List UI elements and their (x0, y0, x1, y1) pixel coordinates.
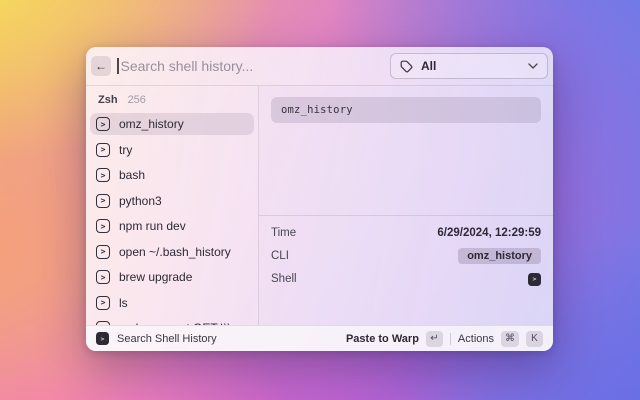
terminal-prompt-icon: > (96, 168, 110, 182)
top-bar: ← All (86, 47, 553, 85)
return-key-icon: ↵ (426, 331, 443, 347)
time-value: 6/29/2024, 12:29:59 (437, 227, 541, 239)
history-item[interactable]: > try (90, 139, 254, 161)
history-item-label: open ~/.bash_history (119, 245, 231, 259)
paste-to-warp-action[interactable]: Paste to Warp (346, 333, 419, 345)
detail-row-time: Time 6/29/2024, 12:29:59 (271, 225, 541, 241)
terminal-prompt-icon: > (96, 270, 110, 284)
detail-row-cli: CLI omz_history (271, 248, 541, 264)
history-item[interactable]: > npm run dev (90, 215, 254, 237)
tag-icon (400, 60, 413, 73)
time-label: Time (271, 227, 296, 239)
footer-divider (450, 333, 451, 345)
preview-pane: omz_history (259, 86, 553, 215)
shell-section-label: Zsh (98, 94, 118, 106)
main-area: Zsh 256 > omz_history > try > bash > (86, 86, 553, 325)
history-item[interactable]: > omz_history (90, 113, 254, 135)
history-item[interactable]: > python3 (90, 190, 254, 212)
shell-section-header: Zsh 256 (86, 86, 258, 113)
filter-dropdown[interactable]: All (390, 53, 548, 79)
shell-label: Shell (271, 273, 297, 285)
desktop-background: { "icons": { "back": "←", "prompt": ">" … (0, 0, 640, 400)
back-arrow-icon: ← (95, 59, 107, 73)
k-key-icon: K (526, 331, 543, 347)
filter-selected-value: All (421, 59, 520, 73)
cli-value-badge: omz_history (458, 248, 541, 264)
history-item-label: try (119, 143, 132, 157)
footer-actions: Paste to Warp ↵ Actions ⌘ K (346, 331, 543, 347)
shell-section-count: 256 (128, 94, 146, 106)
history-item[interactable]: > bash (90, 164, 254, 186)
actions-menu-button[interactable]: Actions (458, 333, 494, 345)
history-list: > omz_history > try > bash > python3 > (86, 113, 258, 325)
history-item[interactable]: > open ~/.bash_history (90, 241, 254, 263)
footer-app-label: Search Shell History (117, 333, 338, 345)
detail-pane: omz_history Time 6/29/2024, 12:29:59 CLI… (259, 86, 553, 325)
history-item-label: brew upgrade (119, 270, 192, 284)
chevron-down-icon (528, 63, 538, 69)
shell-zsh-icon: > (528, 273, 541, 286)
details-section: Time 6/29/2024, 12:29:59 CLI omz_history… (259, 216, 553, 325)
history-item-label: python3 (119, 194, 162, 208)
history-item-label: ls (119, 296, 128, 310)
terminal-prompt-icon: > (96, 143, 110, 157)
back-button[interactable]: ← (91, 56, 111, 76)
terminal-prompt-icon: > (96, 194, 110, 208)
history-item-label: bash (119, 168, 145, 182)
cli-label: CLI (271, 250, 289, 262)
detail-row-shell: Shell > (271, 271, 541, 287)
search-input[interactable] (119, 58, 391, 74)
terminal-prompt-icon: > (96, 245, 110, 259)
history-item[interactable]: > curl --request GET \\\ --url 'htt (90, 317, 254, 325)
terminal-prompt-icon: > (96, 117, 110, 131)
cmd-key-icon: ⌘ (501, 331, 519, 347)
history-item-label: npm run dev (119, 219, 186, 233)
history-item[interactable]: > ls (90, 292, 254, 314)
terminal-prompt-icon: > (96, 219, 110, 233)
warp-app-icon: > (96, 332, 109, 345)
terminal-prompt-icon: > (96, 296, 110, 310)
search-shell-history-window: ← All Zsh 256 (86, 47, 553, 351)
history-item-label: omz_history (119, 117, 184, 131)
footer-bar: > Search Shell History Paste to Warp ↵ A… (86, 325, 553, 351)
history-sidebar: Zsh 256 > omz_history > try > bash > (86, 86, 258, 325)
command-preview: omz_history (271, 97, 541, 123)
history-item[interactable]: > brew upgrade (90, 266, 254, 288)
